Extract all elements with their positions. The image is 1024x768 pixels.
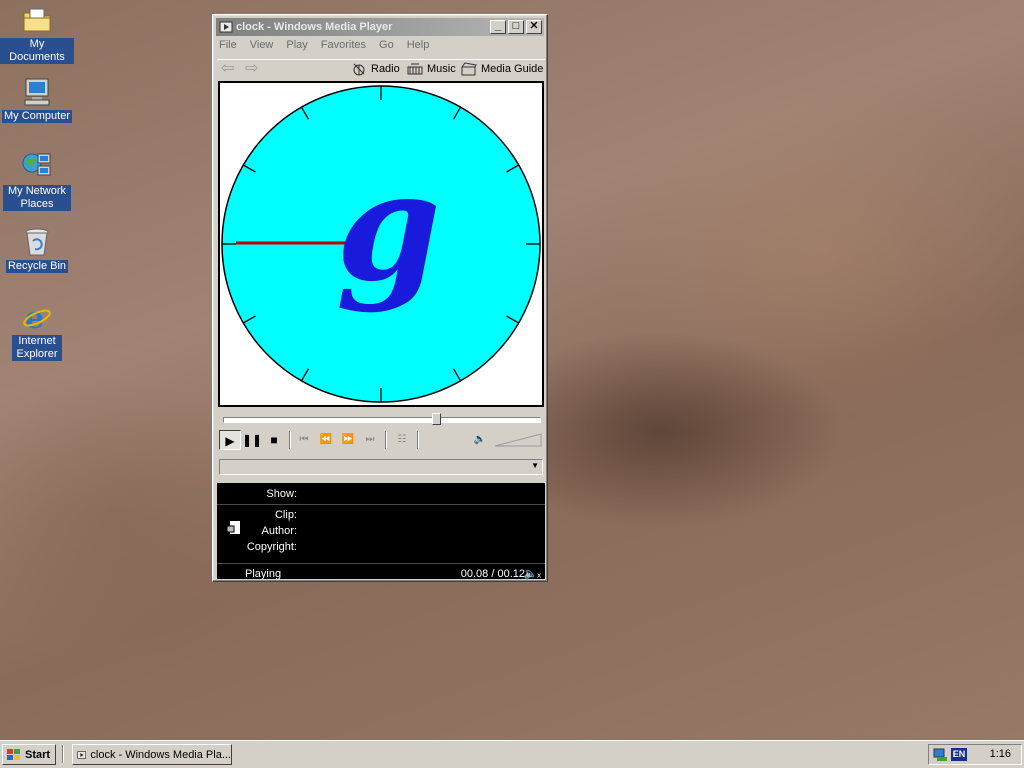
close-icon: ✕ — [529, 20, 539, 32]
fast-forward-icon: ⏩ — [341, 434, 355, 445]
desktop-icon-label: My Documents — [0, 38, 74, 64]
status-text: Playing — [245, 568, 282, 580]
window-title: clock - Windows Media Player — [236, 21, 393, 33]
next-icon: ⏭ — [365, 434, 375, 445]
mute-button[interactable]: 🔈 — [469, 430, 491, 450]
desktop-icon-label: Internet Explorer — [12, 335, 62, 361]
transport-controls: ▶ ❚❚ ■ ⏮ ⏪ ⏩ ⏭ ☷ 🔈 — [217, 429, 545, 451]
music-icon — [407, 63, 423, 75]
navigation-bar: ⇦ ⇨ Radio Music Media Guide — [217, 59, 545, 80]
maximize-button[interactable]: □ — [508, 20, 524, 34]
media-guide-icon — [461, 62, 477, 76]
rewind-button[interactable]: ⏪ — [315, 430, 337, 450]
minimize-icon: _ — [494, 20, 502, 32]
media-player-icon — [219, 20, 233, 34]
recycle-bin-icon — [21, 226, 53, 258]
playlist-dropdown[interactable]: ▼ — [219, 459, 543, 475]
desktop-icon-internet-explorer[interactable]: e Internet Explorer — [0, 301, 74, 361]
separator — [62, 745, 64, 763]
system-tray: EN 1:16 — [928, 744, 1022, 765]
seek-thumb[interactable] — [431, 413, 441, 425]
menu-favorites[interactable]: Favorites — [321, 39, 366, 55]
clip-file-icon — [226, 521, 240, 534]
playlist-button[interactable]: ☷ — [391, 430, 413, 450]
close-button[interactable]: ✕ — [526, 20, 542, 34]
pause-button[interactable]: ❚❚ — [241, 430, 263, 450]
desktop-icon-label: Recycle Bin — [5, 260, 69, 273]
media-player-icon — [77, 750, 87, 759]
radio-label: Radio — [371, 63, 400, 75]
taskbar-item-label: clock - Windows Media Pla... — [90, 748, 231, 761]
rewind-icon: ⏪ — [319, 434, 333, 445]
start-button[interactable]: Start — [2, 744, 56, 765]
divider — [217, 504, 545, 505]
speaker-icon: 🔈 — [473, 434, 487, 445]
pause-icon: ❚❚ — [241, 433, 263, 447]
clock-logo: g — [336, 139, 441, 315]
show-label: Show: — [266, 488, 297, 500]
music-label: Music — [427, 63, 456, 75]
desktop-icon-my-computer[interactable]: My Computer — [0, 76, 74, 123]
music-link[interactable]: Music — [407, 62, 456, 76]
minimize-button[interactable]: _ — [490, 20, 506, 34]
next-button[interactable]: ⏭ — [359, 430, 381, 450]
stop-icon: ■ — [270, 433, 278, 447]
clock-face-video: g — [221, 85, 541, 403]
info-panel: Show: Clip: Author: Copyright: Playing 0… — [217, 483, 545, 580]
forward-arrow-icon[interactable]: ⇨ — [245, 61, 263, 78]
desktop-icon-recycle-bin[interactable]: Recycle Bin — [0, 226, 74, 273]
taskbar: Start clock - Windows Media Pla... EN 1:… — [0, 740, 1024, 768]
video-display[interactable]: g — [218, 81, 544, 407]
title-bar[interactable]: clock - Windows Media Player _ □ ✕ — [216, 18, 544, 36]
fast-forward-button[interactable]: ⏩ — [337, 430, 359, 450]
desktop-icon-label: My Computer — [1, 110, 73, 123]
media-guide-label: Media Guide — [481, 63, 544, 75]
playlist-icon: ☷ — [397, 434, 407, 445]
stop-button[interactable]: ■ — [263, 430, 285, 450]
network-tray-icon[interactable] — [932, 747, 948, 763]
menu-go[interactable]: Go — [379, 39, 394, 55]
folder-documents-icon — [21, 4, 53, 36]
maximize-icon: □ — [512, 20, 520, 32]
start-label: Start — [25, 748, 51, 761]
separator — [417, 431, 419, 449]
computer-icon — [21, 76, 53, 108]
menu-bar: File View Play Favorites Go Help — [219, 39, 429, 55]
media-guide-link[interactable]: Media Guide — [461, 62, 543, 76]
windows-logo-icon — [7, 748, 20, 760]
network-places-icon — [21, 151, 53, 183]
media-player-window: clock - Windows Media Player _ □ ✕ File … — [212, 14, 548, 582]
author-label: Author: — [261, 525, 297, 537]
clip-label: Clip: — [274, 509, 297, 521]
separator — [289, 431, 291, 449]
back-arrow-icon[interactable]: ⇦ — [221, 61, 239, 78]
mute-indicator-icon[interactable]: 🔈ₓ — [524, 567, 541, 580]
desktop-icon-my-documents[interactable]: My Documents — [0, 4, 74, 64]
play-icon: ▶ — [225, 434, 235, 448]
radio-link[interactable]: Radio — [351, 62, 400, 76]
desktop-icon-my-network-places[interactable]: My Network Places — [0, 151, 74, 211]
taskbar-item-media-player[interactable]: clock - Windows Media Pla... — [72, 744, 232, 765]
menu-help[interactable]: Help — [407, 39, 430, 55]
internet-explorer-icon: e — [21, 301, 53, 336]
seek-bar[interactable] — [223, 413, 541, 425]
copyright-label: Copyright: — [246, 541, 297, 553]
taskbar-clock[interactable]: 1:16 — [990, 748, 1011, 760]
play-button[interactable]: ▶ — [219, 430, 241, 450]
separator — [385, 431, 387, 449]
desktop-icon-label: My Network Places — [3, 185, 71, 211]
menu-file[interactable]: File — [219, 39, 237, 55]
menu-view[interactable]: View — [250, 39, 274, 55]
time-display: 00.08 / 00.12 — [460, 568, 525, 580]
radio-icon — [353, 63, 365, 76]
previous-button[interactable]: ⏮ — [293, 430, 315, 450]
previous-icon: ⏮ — [299, 434, 309, 445]
volume-slider[interactable] — [493, 433, 543, 447]
divider — [217, 563, 545, 564]
chevron-down-icon: ▼ — [531, 461, 539, 470]
language-indicator[interactable]: EN — [951, 748, 967, 761]
menu-play[interactable]: Play — [286, 39, 307, 55]
